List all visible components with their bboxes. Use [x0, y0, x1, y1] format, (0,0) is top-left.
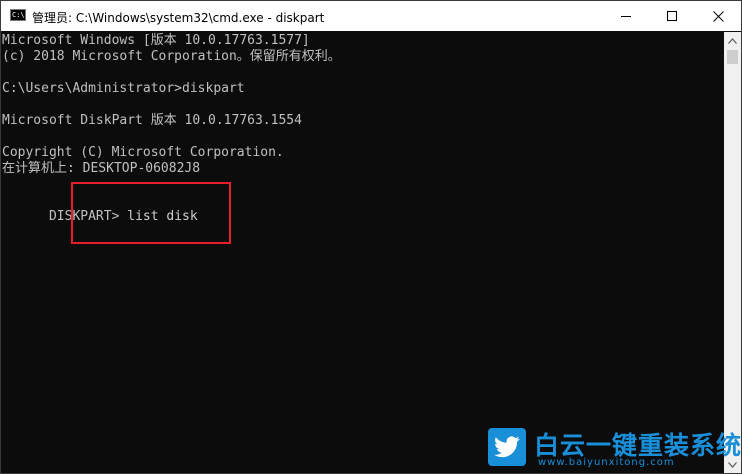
vertical-scrollbar[interactable] [724, 32, 741, 473]
twitter-bird-logo-icon [488, 428, 526, 466]
watermark-url: www.baiyunxitong.com [538, 457, 675, 468]
scrollbar-thumb[interactable] [727, 50, 738, 64]
console-line: Copyright (C) Microsoft Corporation. [2, 145, 284, 160]
cmd-app-icon[interactable]: C:\ [10, 9, 26, 21]
cmd-window: C:\ 管理员: C:\Windows\system32\cmd.exe - d… [0, 0, 742, 474]
console-line: Microsoft Windows [版本 10.0.17763.1577] [2, 33, 310, 48]
command-highlight-box [71, 182, 231, 244]
console-line: 在计算机上: DESKTOP-06082J8 [2, 161, 201, 176]
close-icon [712, 10, 724, 22]
minimize-icon [620, 15, 631, 17]
minimize-button[interactable] [603, 1, 649, 31]
console-output[interactable]: Microsoft Windows [版本 10.0.17763.1577] (… [2, 32, 724, 472]
title-bar[interactable]: C:\ 管理员: C:\Windows\system32\cmd.exe - d… [1, 1, 741, 31]
close-button[interactable] [695, 1, 741, 31]
chevron-up-icon [728, 37, 737, 44]
maximize-icon [666, 10, 677, 21]
console-line: (c) 2018 Microsoft Corporation。保留所有权利。 [2, 49, 341, 64]
site-watermark: 白云一键重装系统 www.baiyunxitong.com [488, 428, 741, 470]
scroll-up-button[interactable] [724, 32, 741, 49]
console-line: C:\Users\Administrator>diskpart [2, 81, 245, 96]
console-line: Microsoft DiskPart 版本 10.0.17763.1554 [2, 113, 302, 128]
window-title: 管理员: C:\Windows\system32\cmd.exe - diskp… [32, 11, 325, 25]
maximize-button[interactable] [649, 1, 695, 31]
